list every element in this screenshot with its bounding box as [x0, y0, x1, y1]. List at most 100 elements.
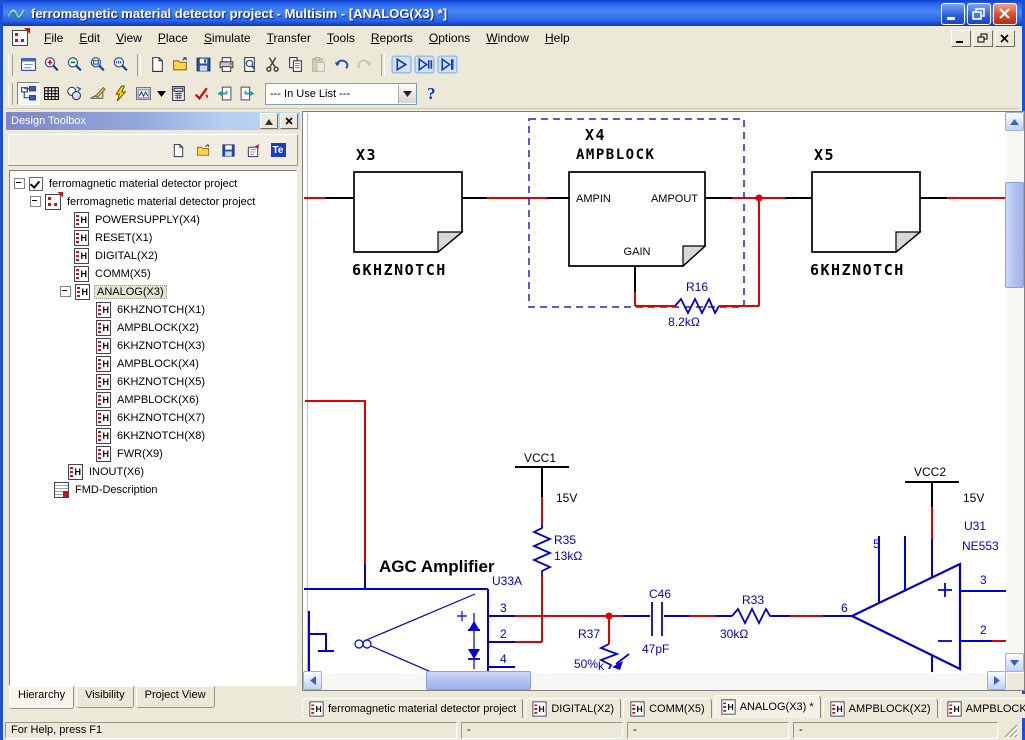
- power-vcc1[interactable]: VCC1 15V: [515, 451, 577, 524]
- menu-reports[interactable]: Reports: [363, 28, 421, 48]
- tree-item-fmd-description[interactable]: FMD-Description: [54, 481, 160, 498]
- vertical-scroll-thumb[interactable]: [1005, 182, 1024, 288]
- tree-item-project[interactable]: ferromagnetic material detector project: [14, 175, 239, 192]
- design-toolbox-titlebar[interactable]: Design Toolbox: [6, 112, 300, 130]
- opamp-u33a[interactable]: AGC Amplifier U33A 3 2 4: [355, 557, 609, 672]
- x3-ref-label[interactable]: X3: [356, 146, 377, 164]
- database-manager-button[interactable]: [63, 82, 86, 105]
- tab-hierarchy[interactable]: Hierarchy: [9, 686, 74, 709]
- print-button[interactable]: [215, 53, 238, 76]
- menu-transfer[interactable]: Transfer: [259, 28, 319, 48]
- stop-simulation-button[interactable]: [436, 53, 459, 76]
- sheet-tab-ampblock-x4[interactable]: AMPBLOCK(X4): [940, 698, 1025, 718]
- scroll-left-button[interactable]: [303, 671, 322, 690]
- open-file-button[interactable]: [169, 53, 192, 76]
- component-wizard-button[interactable]: [86, 82, 109, 105]
- agc-amplifier-title[interactable]: AGC Amplifier: [379, 557, 495, 576]
- expander-icon[interactable]: [14, 178, 25, 189]
- x5-name-label[interactable]: 6KHZNOTCH: [810, 261, 905, 279]
- paste-button[interactable]: [307, 53, 330, 76]
- u33a-ref-label[interactable]: U33A: [492, 574, 522, 588]
- r16-ref-label[interactable]: R16: [686, 280, 708, 294]
- expander-icon[interactable]: [60, 286, 71, 297]
- block-x3[interactable]: X3 6KHZNOTCH: [352, 146, 462, 279]
- r37-setting-label[interactable]: 50%: [574, 657, 598, 671]
- resize-grip[interactable]: [1002, 722, 1018, 738]
- tree-item-comm[interactable]: COMM(X5): [74, 265, 153, 282]
- child-minimize-button[interactable]: [951, 30, 971, 47]
- erc-check-button[interactable]: [190, 82, 213, 105]
- combobox-dropdown-button[interactable]: [398, 85, 416, 103]
- spreadsheet-view-button[interactable]: [40, 82, 63, 105]
- menu-place[interactable]: Place: [150, 28, 196, 48]
- tree-item-6khznotch-x8[interactable]: 6KHZNOTCH(X8): [96, 427, 207, 444]
- toolbar-grip[interactable]: [8, 54, 13, 76]
- postprocessor-button[interactable]: [167, 82, 190, 105]
- checkbox-checked-icon[interactable]: [29, 177, 43, 191]
- restore-button[interactable]: [967, 3, 991, 25]
- wire-feed-left[interactable]: [304, 401, 488, 672]
- partial-component-left[interactable]: [309, 611, 334, 672]
- vcc1-net-label[interactable]: VCC1: [524, 451, 556, 465]
- c46-value-label[interactable]: 47pF: [642, 642, 669, 656]
- child-close-button[interactable]: [995, 30, 1015, 47]
- zoom-out-button[interactable]: [63, 53, 86, 76]
- tree-item-analog[interactable]: ANALOG(X3): [60, 283, 167, 300]
- tree-item-fwr-x9[interactable]: FWR(X9): [96, 445, 165, 462]
- capacitor-c46[interactable]: C46 47pF: [609, 587, 689, 656]
- r33-value-label[interactable]: 30kΩ: [720, 627, 748, 641]
- zoom-full-button[interactable]: [109, 53, 132, 76]
- opamp-u31[interactable]: 5 U31 NE553 3 2 6: [841, 519, 1006, 672]
- panel-dock-button[interactable]: [260, 113, 278, 129]
- scroll-up-button[interactable]: [1005, 112, 1024, 131]
- tree-item-ampblock-x2[interactable]: AMPBLOCK(X2): [96, 319, 201, 336]
- grapher-dropdown-button[interactable]: [155, 82, 167, 105]
- u31-ref-label[interactable]: U31: [964, 519, 986, 533]
- grapher-button[interactable]: [132, 82, 155, 105]
- help-button[interactable]: ?: [427, 84, 436, 104]
- tab-project-view[interactable]: Project View: [136, 686, 215, 708]
- tab-visibility[interactable]: Visibility: [76, 686, 134, 708]
- hierarchy-button[interactable]: [17, 82, 40, 105]
- print-preview-button[interactable]: [238, 53, 261, 76]
- toolbox-new-sheet-button[interactable]: [244, 141, 262, 159]
- x3-name-label[interactable]: 6KHZNOTCH: [352, 261, 447, 279]
- menu-help[interactable]: Help: [537, 28, 578, 48]
- vertical-scrollbar[interactable]: [1007, 112, 1024, 672]
- schematic-workspace[interactable]: X3 6KHZNOTCH X4 AMPBLOCK AMPIN AMPOUT GA…: [302, 111, 1025, 691]
- r37-value-label[interactable]: k: [598, 659, 605, 672]
- menu-window[interactable]: Window: [478, 28, 537, 48]
- pause-simulation-button[interactable]: [413, 53, 436, 76]
- sheet-tab-project[interactable]: ferromagnetic material detector project: [302, 698, 523, 718]
- copy-button[interactable]: [284, 53, 307, 76]
- potentiometer-r37[interactable]: R37 50% k: [574, 613, 629, 673]
- cut-button[interactable]: [261, 53, 284, 76]
- redo-button[interactable]: [353, 53, 376, 76]
- x4-ref-label[interactable]: X4: [585, 126, 606, 144]
- resistor-r33[interactable]: R33 30kΩ: [689, 593, 852, 641]
- forward-annotate-button[interactable]: [236, 82, 259, 105]
- tree-item-6khznotch-x5[interactable]: 6KHZNOTCH(X5): [96, 373, 207, 390]
- panel-close-button[interactable]: [280, 113, 298, 129]
- r35-value-label[interactable]: 13kΩ: [554, 549, 582, 563]
- tree-item-inout[interactable]: INOUT(X6): [68, 463, 146, 480]
- toolbar-grip[interactable]: [8, 83, 13, 105]
- menu-simulate[interactable]: Simulate: [196, 28, 259, 48]
- vcc1-value-label[interactable]: 15V: [556, 491, 577, 505]
- vcc2-value-label[interactable]: 15V: [963, 491, 984, 505]
- menu-edit[interactable]: Edit: [71, 28, 108, 48]
- toolbox-open-button[interactable]: [194, 141, 212, 159]
- r33-ref-label[interactable]: R33: [742, 593, 764, 607]
- close-button[interactable]: [993, 3, 1017, 25]
- toolbox-text-edit-button[interactable]: Te: [269, 141, 287, 159]
- tree-item-ampblock-x6[interactable]: AMPBLOCK(X6): [96, 391, 201, 408]
- tree-item-reset[interactable]: RESET(X1): [74, 229, 154, 246]
- sheet-tab-ampblock-x2[interactable]: AMPBLOCK(X2): [823, 698, 938, 718]
- toolbox-new-button[interactable]: [169, 141, 187, 159]
- tree-item-6khznotch-x3[interactable]: 6KHZNOTCH(X3): [96, 337, 207, 354]
- r35-ref-label[interactable]: R35: [554, 533, 576, 547]
- tree-item-ampblock-x4[interactable]: AMPBLOCK(X4): [96, 355, 201, 372]
- expander-icon[interactable]: [30, 196, 41, 207]
- u31-part-label[interactable]: NE553: [962, 539, 999, 553]
- minimize-button[interactable]: [941, 3, 965, 25]
